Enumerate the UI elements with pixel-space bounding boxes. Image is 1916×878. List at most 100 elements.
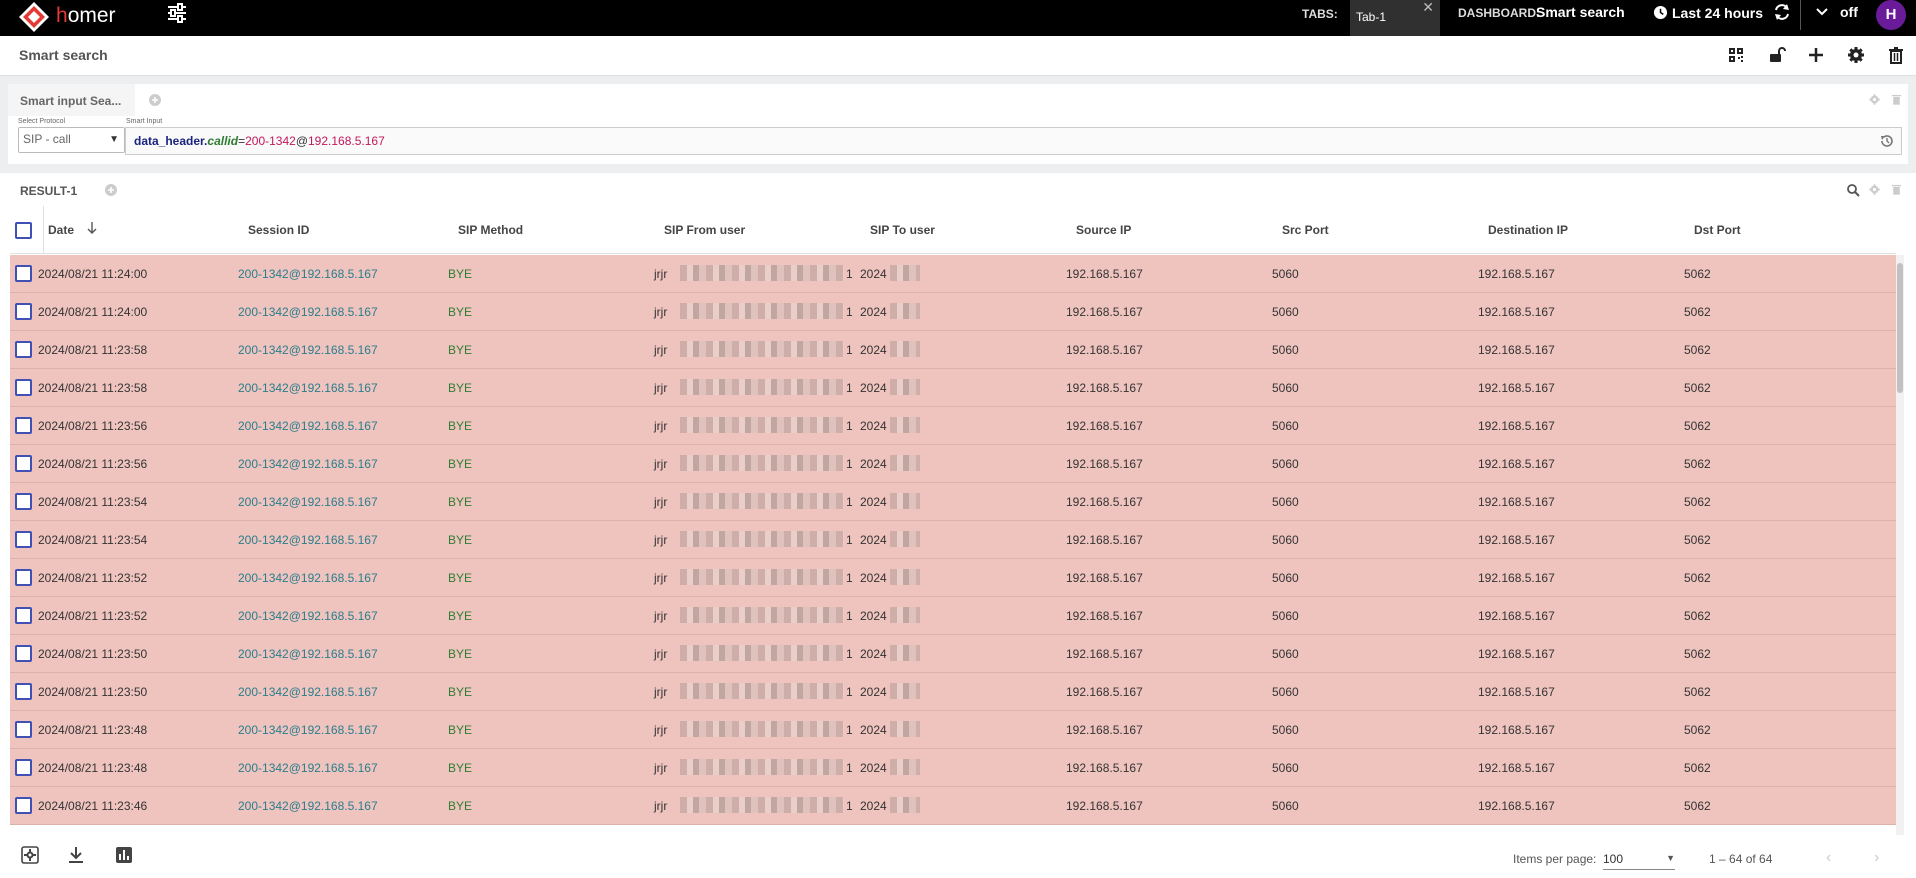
close-icon[interactable]: ✕ [1422, 0, 1434, 16]
row-checkbox[interactable] [15, 417, 32, 434]
column-header-source-ip[interactable]: Source IP [1076, 223, 1131, 237]
cell-dst-port: 5062 [1684, 305, 1711, 319]
table-row[interactable]: 2024/08/21 11:23:48 200-1342@192.168.5.16… [10, 749, 1896, 787]
row-checkbox[interactable] [15, 303, 32, 320]
qr-grid-icon[interactable] [1726, 45, 1746, 65]
table-row[interactable]: 2024/08/21 11:23:54 200-1342@192.168.5.16… [10, 483, 1896, 521]
add-circle-icon[interactable] [104, 183, 118, 197]
cell-session-id[interactable]: 200-1342@192.168.5.167 [238, 761, 378, 775]
refresh-icon[interactable] [1772, 2, 1792, 22]
row-checkbox[interactable] [15, 455, 32, 472]
row-checkbox[interactable] [15, 379, 32, 396]
gear-icon[interactable] [1846, 45, 1866, 65]
table-row[interactable]: 2024/08/21 11:23:48 200-1342@192.168.5.16… [10, 711, 1896, 749]
table-row[interactable]: 2024/08/21 11:23:56 200-1342@192.168.5.16… [10, 445, 1896, 483]
column-header-sip-to-user[interactable]: SIP To user [870, 223, 935, 237]
table-row[interactable]: 2024/08/21 11:23:54 200-1342@192.168.5.16… [10, 521, 1896, 559]
table-row[interactable]: 2024/08/21 11:24:00 200-1342@192.168.5.16… [10, 255, 1896, 293]
cell-session-id[interactable]: 200-1342@192.168.5.167 [238, 267, 378, 281]
row-checkbox[interactable] [15, 341, 32, 358]
table-row[interactable]: 2024/08/21 11:24:00 200-1342@192.168.5.16… [10, 293, 1896, 331]
cell-session-id[interactable]: 200-1342@192.168.5.167 [238, 305, 378, 319]
row-checkbox[interactable] [15, 607, 32, 624]
row-checkbox[interactable] [15, 721, 32, 738]
smart-input-field[interactable]: data_header.callid=200-1342@192.168.5.16… [125, 127, 1902, 155]
column-header-sip-from-user[interactable]: SIP From user [664, 223, 745, 237]
unlock-icon[interactable] [1766, 45, 1786, 65]
tab-1[interactable]: Tab-1 ✕ [1350, 0, 1440, 36]
search-icon[interactable] [1846, 183, 1860, 197]
cell-session-id[interactable]: 200-1342@192.168.5.167 [238, 647, 378, 661]
app-logo-text[interactable]: homer [56, 4, 116, 28]
cell-session-id[interactable]: 200-1342@192.168.5.167 [238, 381, 378, 395]
gear-icon[interactable] [20, 845, 40, 865]
trash-icon[interactable] [1890, 183, 1903, 196]
column-header-date[interactable]: Date [48, 223, 74, 237]
row-checkbox[interactable] [15, 683, 32, 700]
scrollbar-thumb[interactable] [1897, 263, 1903, 393]
row-checkbox[interactable] [15, 493, 32, 510]
gear-icon[interactable] [1868, 93, 1881, 106]
items-per-page-select[interactable]: 100 ▼ [1603, 848, 1675, 870]
cell-session-id[interactable]: 200-1342@192.168.5.167 [238, 457, 378, 471]
row-checkbox[interactable] [15, 645, 32, 662]
select-all-checkbox[interactable] [15, 222, 32, 239]
cell-sip-from-user-end: 1 [846, 761, 853, 775]
cell-sip-from-user: jrjr [654, 381, 668, 395]
sliders-icon[interactable] [166, 2, 188, 24]
avatar[interactable]: H [1876, 0, 1906, 30]
cell-session-id[interactable]: 200-1342@192.168.5.167 [238, 495, 378, 509]
table-row[interactable]: 2024/08/21 11:23:52 200-1342@192.168.5.16… [10, 597, 1896, 635]
redacted-block [890, 265, 920, 281]
cell-src-port: 5060 [1272, 381, 1299, 395]
table-row[interactable]: 2024/08/21 11:23:56 200-1342@192.168.5.16… [10, 407, 1896, 445]
row-checkbox[interactable] [15, 531, 32, 548]
gear-icon[interactable] [1868, 183, 1881, 196]
table-row[interactable]: 2024/08/21 11:23:52 200-1342@192.168.5.16… [10, 559, 1896, 597]
cell-session-id[interactable]: 200-1342@192.168.5.167 [238, 685, 378, 699]
column-header-sip-method[interactable]: SIP Method [458, 223, 523, 237]
homer-logo-icon[interactable] [18, 1, 50, 33]
cell-sip-method: BYE [448, 305, 473, 319]
cell-session-id[interactable]: 200-1342@192.168.5.167 [238, 609, 378, 623]
cell-session-id[interactable]: 200-1342@192.168.5.167 [238, 723, 378, 737]
add-circle-icon[interactable] [148, 93, 162, 107]
column-header-src-port[interactable]: Src Port [1282, 223, 1329, 237]
trash-icon[interactable] [1886, 45, 1906, 65]
time-range-button[interactable]: Last 24 hours [1672, 5, 1763, 21]
table-row[interactable]: 2024/08/21 11:23:58 200-1342@192.168.5.16… [10, 369, 1896, 407]
cell-session-id[interactable]: 200-1342@192.168.5.167 [238, 799, 378, 813]
history-icon[interactable] [1879, 133, 1895, 149]
chevron-right-icon[interactable]: › [1874, 849, 1879, 867]
cell-session-id[interactable]: 200-1342@192.168.5.167 [238, 571, 378, 585]
cell-session-id[interactable]: 200-1342@192.168.5.167 [238, 533, 378, 547]
column-header-session-id[interactable]: Session ID [248, 223, 309, 237]
cell-sip-method: BYE [448, 799, 473, 813]
download-icon[interactable] [66, 845, 86, 865]
trash-icon[interactable] [1890, 93, 1903, 106]
clock-icon[interactable] [1653, 5, 1668, 20]
row-checkbox[interactable] [15, 265, 32, 282]
arrow-down-icon[interactable] [86, 221, 98, 235]
table-row[interactable]: 2024/08/21 11:23:46 200-1342@192.168.5.16… [10, 787, 1896, 825]
plus-icon[interactable] [1806, 45, 1826, 65]
column-header-dst-port[interactable]: Dst Port [1694, 223, 1741, 237]
row-checkbox[interactable] [15, 797, 32, 814]
row-checkbox[interactable] [15, 759, 32, 776]
chevron-left-icon[interactable]: ‹ [1826, 849, 1831, 867]
cell-session-id[interactable]: 200-1342@192.168.5.167 [238, 419, 378, 433]
row-checkbox[interactable] [15, 569, 32, 586]
tab-smart-input-search[interactable]: Smart input Sea... [8, 84, 135, 116]
cell-src-port: 5060 [1272, 571, 1299, 585]
redacted-block [890, 341, 920, 357]
table-row[interactable]: 2024/08/21 11:23:58 200-1342@192.168.5.16… [10, 331, 1896, 369]
chevron-down-icon[interactable] [1815, 4, 1829, 18]
bar-chart-icon[interactable] [114, 845, 134, 865]
protocol-select[interactable]: SIP - call ▼ [18, 127, 125, 153]
column-header-destination-ip[interactable]: Destination IP [1488, 223, 1568, 237]
cell-session-id[interactable]: 200-1342@192.168.5.167 [238, 343, 378, 357]
redacted-block [890, 721, 920, 737]
table-row[interactable]: 2024/08/21 11:23:50 200-1342@192.168.5.16… [10, 635, 1896, 673]
table-row[interactable]: 2024/08/21 11:23:50 200-1342@192.168.5.16… [10, 673, 1896, 711]
toggle-off-label[interactable]: off [1840, 4, 1858, 20]
